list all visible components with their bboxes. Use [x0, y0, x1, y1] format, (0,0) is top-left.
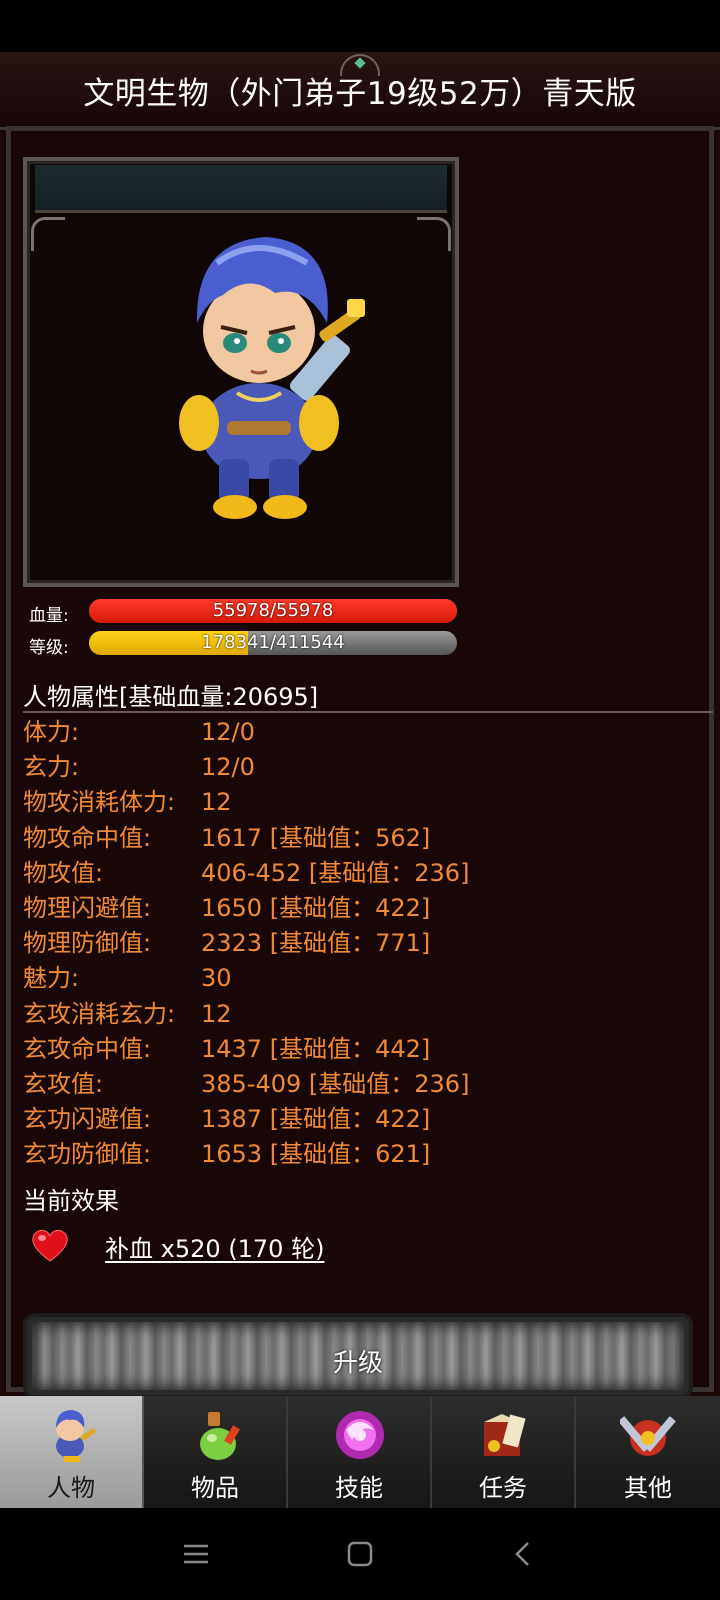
attribute-value: 1617 [基础值：562]: [201, 823, 431, 852]
attribute-value: 1653 [基础值：621]: [201, 1140, 431, 1169]
attribute-row: 玄功防御值: 1653 [基础值：621]: [23, 1137, 713, 1172]
tab-label: 任务: [479, 1474, 527, 1502]
attribute-row: 玄攻值: 385-409 [基础值：236]: [23, 1067, 713, 1102]
upgrade-label: 升级: [332, 1348, 383, 1377]
tab-label: 人物: [47, 1474, 95, 1502]
level-label: 等级:: [29, 638, 69, 658]
attribute-name: 玄功防御值:: [23, 1140, 152, 1169]
frame-corner-ornament-icon: [31, 217, 65, 251]
attribute-name: 玄功闪避值:: [23, 1105, 152, 1134]
exp-bar-row: 等级: 178341/411544: [29, 631, 459, 658]
upgrade-button[interactable]: 升级: [23, 1313, 693, 1399]
bottom-nav: 人物 物品 技能 任务 其他: [0, 1396, 720, 1508]
tab-label: 技能: [335, 1474, 383, 1502]
attribute-row: 物攻值: 406-452 [基础值：236]: [23, 856, 713, 891]
attribute-name: 体力:: [23, 718, 80, 746]
hp-bar-row: 血量: 55978/55978: [29, 599, 459, 626]
attribute-row: 玄攻消耗玄力: 12: [23, 997, 713, 1032]
attribute-value: 1387 [基础值：422]: [201, 1105, 431, 1134]
page-title: 文明生物（外门弟子19级52万）青天版: [83, 76, 637, 112]
character-icon: [56, 1410, 97, 1462]
attributes-header: 人物属性[基础血量:20695]: [23, 677, 713, 713]
attribute-name: 物理闪避值:: [23, 893, 152, 922]
title-banner: 文明生物（外门弟子19级52万）青天版: [0, 52, 720, 130]
attribute-value: 12: [201, 999, 232, 1028]
status-bar: [0, 0, 720, 52]
attribute-name: 物攻消耗体力:: [23, 788, 176, 817]
attribute-row: 玄功闪避值: 1387 [基础值：422]: [23, 1102, 713, 1137]
hp-value: 55978/55978: [212, 600, 334, 621]
attribute-row: 体力: 12/0: [23, 715, 713, 750]
attribute-name: 物攻命中值:: [23, 823, 152, 852]
other-icon: [620, 1416, 676, 1456]
skill-orb-icon: [336, 1411, 384, 1459]
attribute-value: 385-409 [基础值：236]: [201, 1069, 470, 1098]
quest-icon: [484, 1414, 526, 1456]
attribute-value: 2323 [基础值：771]: [201, 929, 431, 958]
attribute-name: 玄力:: [23, 753, 80, 782]
game-frame: 文明生物（外门弟子19级52万）青天版 血量: 55978/55978 等级: …: [0, 52, 720, 1399]
attribute-name: 玄攻命中值:: [23, 1034, 152, 1063]
attributes-list: 体力: 12/0 玄力: 12/0 物攻消耗体力: 12 物攻命中值: 1617 [基础值：5…: [23, 715, 713, 1172]
hp-label: 血量:: [29, 606, 69, 626]
home-icon[interactable]: [342, 1536, 378, 1572]
effects-header: 当前效果: [23, 1187, 119, 1215]
attribute-name: 物理防御值:: [23, 929, 152, 958]
tab-other[interactable]: 其他: [576, 1396, 720, 1508]
tab-label: 其他: [624, 1474, 672, 1502]
attribute-name: 玄攻值:: [23, 1069, 104, 1098]
attribute-row: 魅力: 30: [23, 961, 713, 996]
attribute-value: 1650 [基础值：422]: [201, 893, 431, 922]
potion-icon: [200, 1412, 240, 1460]
portrait-frame: [23, 157, 459, 587]
effect-link[interactable]: 补血 x520 (170 轮): [105, 1229, 324, 1264]
attribute-value: 30: [201, 964, 232, 993]
attribute-value: 1437 [基础值：442]: [201, 1034, 431, 1063]
tab-skills[interactable]: 技能: [288, 1396, 432, 1508]
back-icon[interactable]: [506, 1536, 542, 1572]
attribute-row: 物攻命中值: 1617 [基础值：562]: [23, 821, 713, 856]
attribute-value: 12/0: [201, 718, 255, 746]
attribute-name: 物攻值:: [23, 858, 104, 887]
attribute-row: 玄攻命中值: 1437 [基础值：442]: [23, 1032, 713, 1067]
exp-bar: 178341/411544: [89, 631, 457, 655]
heart-icon: [32, 1229, 68, 1262]
portrait-header-strip: [35, 165, 447, 213]
tab-quests[interactable]: 任务: [432, 1396, 576, 1508]
character-panel: 血量: 55978/55978 等级: 178341/411544 人物属性[基…: [6, 126, 714, 1399]
tab-label: 物品: [191, 1474, 239, 1502]
tab-items[interactable]: 物品: [144, 1396, 288, 1508]
attribute-row: 物攻消耗体力: 12: [23, 785, 713, 820]
attribute-value: 12/0: [201, 753, 255, 782]
tab-character[interactable]: 人物: [0, 1396, 144, 1508]
attribute-row: 玄力: 12/0: [23, 750, 713, 785]
attribute-value: 12: [201, 788, 232, 817]
attribute-name: 玄攻消耗玄力:: [23, 999, 176, 1028]
recents-icon[interactable]: [178, 1536, 214, 1572]
system-nav-bar: [0, 1508, 720, 1600]
attribute-name: 魅力:: [23, 964, 80, 993]
frame-corner-ornament-icon: [417, 217, 451, 251]
attribute-value: 406-452 [基础值：236]: [201, 858, 470, 887]
character-avatar: [179, 237, 365, 519]
attribute-row: 物理闪避值: 1650 [基础值：422]: [23, 891, 713, 926]
attribute-row: 物理防御值: 2323 [基础值：771]: [23, 926, 713, 961]
hp-bar: 55978/55978: [89, 599, 457, 623]
exp-value: 178341/411544: [201, 632, 345, 653]
